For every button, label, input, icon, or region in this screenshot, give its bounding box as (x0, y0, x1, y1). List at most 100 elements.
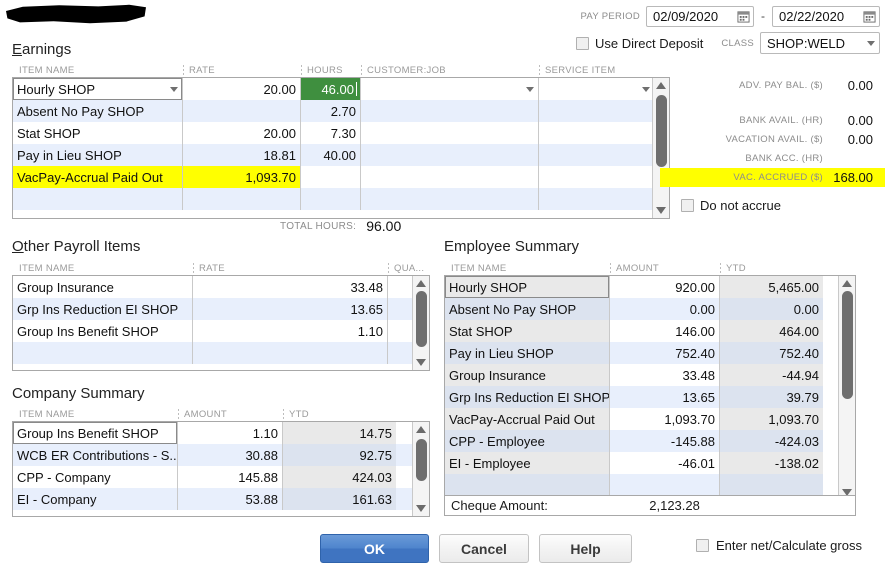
earnings-service-item[interactable] (539, 188, 654, 210)
table-row[interactable]: Grp Ins Reduction EI SHOP 13.65 39.79 (445, 386, 855, 408)
scroll-track[interactable] (413, 291, 430, 355)
earnings-rate[interactable] (183, 100, 301, 122)
table-row[interactable]: VacPay-Accrual Paid Out 1,093.70 (13, 166, 669, 188)
company-summary-item-name[interactable]: EI - Company (13, 488, 178, 510)
scroll-up-icon[interactable] (839, 276, 856, 291)
employee-summary-item-name[interactable]: VacPay-Accrual Paid Out (445, 408, 610, 430)
scroll-down-icon[interactable] (413, 355, 430, 370)
employee-summary-col-item-name[interactable]: ITEM NAME (444, 263, 609, 275)
earnings-hours[interactable] (301, 166, 361, 188)
company-summary-scrollbar[interactable] (412, 422, 429, 516)
class-select[interactable]: SHOP:WELD (760, 32, 880, 54)
scroll-thumb[interactable] (416, 439, 427, 481)
earnings-hours[interactable]: 2.70 (301, 100, 361, 122)
earnings-item-name[interactable]: Stat SHOP (13, 122, 183, 144)
calendar-icon[interactable] (863, 10, 876, 23)
other-payroll-scrollbar[interactable] (412, 276, 429, 370)
employee-summary-amount[interactable]: 13.65 (610, 386, 720, 408)
earnings-item-name[interactable]: VacPay-Accrual Paid Out (13, 166, 183, 188)
earnings-hours[interactable] (301, 188, 361, 210)
company-summary-amount[interactable]: 30.88 (178, 444, 283, 466)
scroll-track[interactable] (413, 437, 430, 501)
table-row[interactable] (13, 188, 669, 210)
earnings-rate[interactable]: 18.81 (183, 144, 301, 166)
employee-summary-item-name[interactable] (445, 474, 610, 496)
company-summary-col-amount[interactable]: AMOUNT (177, 409, 282, 421)
employee-summary-scrollbar[interactable] (838, 276, 855, 500)
company-summary-item-name[interactable]: Group Ins Benefit SHOP (13, 422, 178, 444)
other-payroll-rate[interactable] (193, 342, 388, 364)
table-row[interactable]: Pay in Lieu SHOP 18.81 40.00 (13, 144, 669, 166)
table-row[interactable]: CPP - Employee -145.88 -424.03 (445, 430, 855, 452)
employee-summary-item-name[interactable]: Grp Ins Reduction EI SHOP (445, 386, 610, 408)
earnings-service-item[interactable] (539, 78, 654, 100)
other-payroll-rate[interactable]: 13.65 (193, 298, 388, 320)
table-row[interactable]: Group Insurance 33.48 (13, 276, 429, 298)
earnings-rate[interactable] (183, 188, 301, 210)
other-payroll-rate[interactable]: 33.48 (193, 276, 388, 298)
employee-summary-amount[interactable]: 752.40 (610, 342, 720, 364)
company-summary-item-name[interactable]: WCB ER Contributions - S... (13, 444, 178, 466)
earnings-rate[interactable]: 20.00 (183, 78, 301, 100)
earnings-col-customer-job[interactable]: CUSTOMER:JOB (360, 65, 538, 77)
table-row[interactable]: Hourly SHOP 20.00 46.00 (13, 78, 669, 100)
earnings-col-rate[interactable]: RATE (182, 65, 300, 77)
other-payroll-quantity[interactable] (388, 342, 414, 364)
employee-summary-amount[interactable]: 0.00 (610, 298, 720, 320)
earnings-col-hours[interactable]: HOURS (300, 65, 360, 77)
employee-summary-item-name[interactable]: EI - Employee (445, 452, 610, 474)
earnings-rate[interactable]: 20.00 (183, 122, 301, 144)
earnings-hours[interactable]: 7.30 (301, 122, 361, 144)
earnings-service-item[interactable] (539, 122, 654, 144)
earnings-service-item[interactable] (539, 100, 654, 122)
company-summary-amount[interactable]: 53.88 (178, 488, 283, 510)
do-not-accrue-checkbox[interactable] (681, 199, 694, 212)
table-row[interactable]: Group Insurance 33.48 -44.94 (445, 364, 855, 386)
scroll-up-icon[interactable] (413, 422, 430, 437)
chevron-down-icon[interactable] (867, 41, 875, 46)
earnings-hours[interactable]: 46.00 (301, 78, 361, 100)
employee-summary-amount[interactable]: 920.00 (610, 276, 720, 298)
use-direct-deposit-checkbox[interactable] (576, 37, 589, 50)
table-row[interactable] (13, 342, 429, 364)
table-row[interactable]: Stat SHOP 20.00 7.30 (13, 122, 669, 144)
earnings-customer-job[interactable] (361, 122, 539, 144)
earnings-col-service-item[interactable]: SERVICE ITEM (538, 65, 670, 77)
other-payroll-rate[interactable]: 1.10 (193, 320, 388, 342)
earnings-customer-job[interactable] (361, 144, 539, 166)
company-summary-col-item-name[interactable]: ITEM NAME (12, 409, 177, 421)
table-row[interactable] (445, 474, 855, 496)
employee-summary-item-name[interactable]: Group Insurance (445, 364, 610, 386)
employee-summary-col-amount[interactable]: AMOUNT (609, 263, 719, 275)
other-payroll-quantity[interactable] (388, 276, 414, 298)
employee-summary-item-name[interactable]: Pay in Lieu SHOP (445, 342, 610, 364)
earnings-rate[interactable]: 1,093.70 (183, 166, 301, 188)
employee-summary-amount[interactable]: -145.88 (610, 430, 720, 452)
scroll-thumb[interactable] (842, 291, 853, 399)
pay-period-end-field[interactable]: 02/22/2020 (772, 6, 880, 27)
employee-summary-amount[interactable] (610, 474, 720, 496)
company-summary-amount[interactable]: 145.88 (178, 466, 283, 488)
employee-summary-amount[interactable]: 33.48 (610, 364, 720, 386)
table-row[interactable]: Pay in Lieu SHOP 752.40 752.40 (445, 342, 855, 364)
employee-summary-amount[interactable]: 146.00 (610, 320, 720, 342)
other-payroll-item-name[interactable]: Grp Ins Reduction EI SHOP (13, 298, 193, 320)
earnings-customer-job[interactable] (361, 78, 539, 100)
table-row[interactable]: Grp Ins Reduction EI SHOP 13.65 (13, 298, 429, 320)
earnings-item-name[interactable]: Pay in Lieu SHOP (13, 144, 183, 166)
ok-button[interactable]: OK (320, 534, 429, 563)
employee-summary-item-name[interactable]: CPP - Employee (445, 430, 610, 452)
earnings-item-name[interactable]: Absent No Pay SHOP (13, 100, 183, 122)
table-row[interactable]: Stat SHOP 146.00 464.00 (445, 320, 855, 342)
chevron-down-icon[interactable] (526, 87, 534, 92)
other-payroll-col-rate[interactable]: RATE (192, 263, 387, 275)
employee-summary-amount[interactable]: 1,093.70 (610, 408, 720, 430)
employee-summary-item-name[interactable]: Absent No Pay SHOP (445, 298, 610, 320)
table-row[interactable]: EI - Employee -46.01 -138.02 (445, 452, 855, 474)
scroll-thumb[interactable] (416, 291, 427, 347)
other-payroll-item-name[interactable]: Group Ins Benefit SHOP (13, 320, 193, 342)
earnings-col-item-name[interactable]: ITEM NAME (12, 65, 182, 77)
table-row[interactable]: Group Ins Benefit SHOP 1.10 (13, 320, 429, 342)
company-summary-col-ytd[interactable]: YTD (282, 409, 430, 421)
earnings-service-item[interactable] (539, 166, 654, 188)
